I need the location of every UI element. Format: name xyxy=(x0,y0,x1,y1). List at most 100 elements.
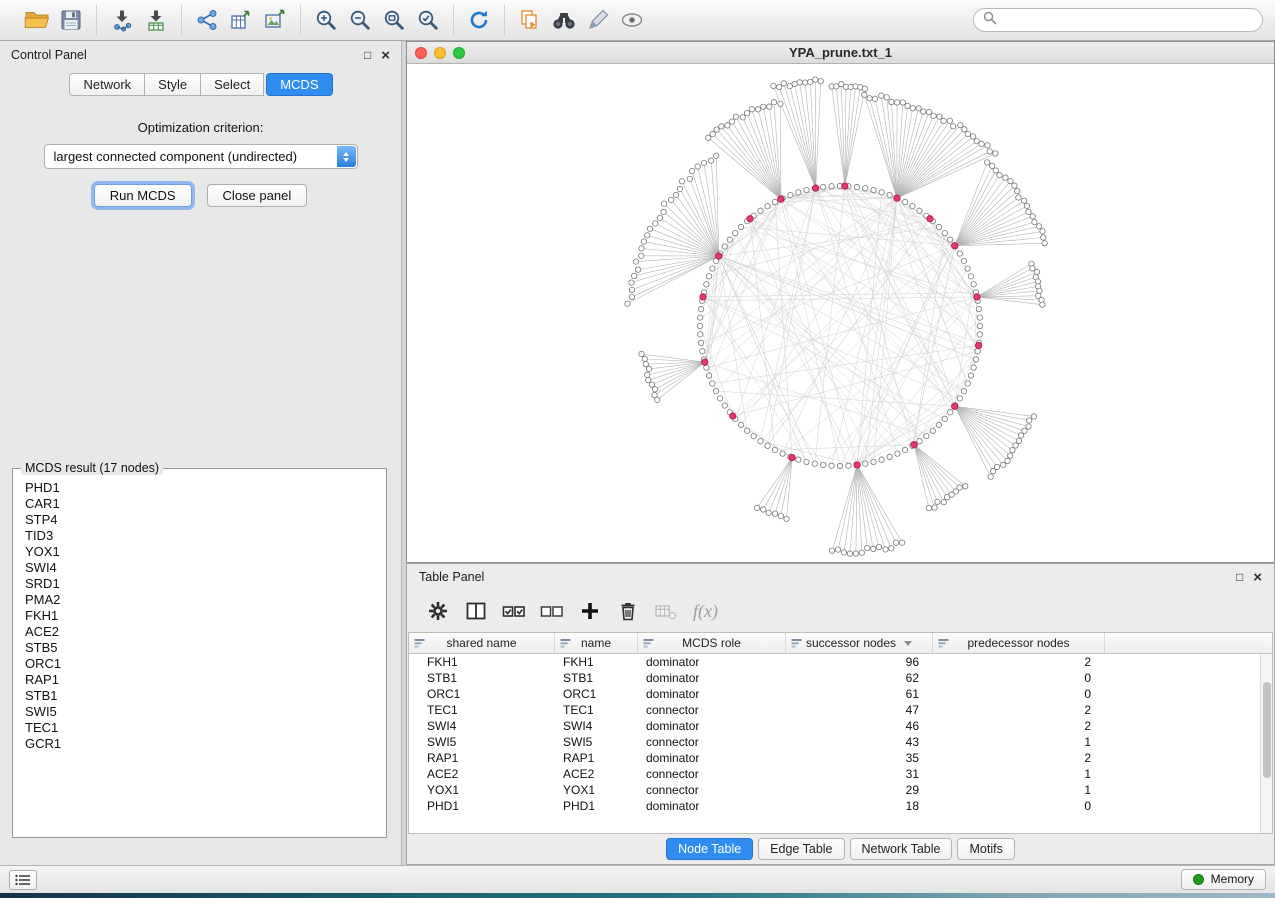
mcds-node-item[interactable]: ORC1 xyxy=(25,656,374,672)
node-table: shared namenameMCDS rolesuccessor nodesp… xyxy=(408,632,1273,834)
zoom-in-icon[interactable] xyxy=(310,5,342,35)
close-window-button[interactable] xyxy=(415,47,427,59)
table-cell: YOX1 xyxy=(409,783,555,797)
table-cell: 47 xyxy=(786,703,933,717)
import-table-icon[interactable] xyxy=(140,5,172,35)
table-cell: dominator xyxy=(638,799,786,813)
mcds-node-item[interactable]: TEC1 xyxy=(25,720,374,736)
import-network-icon[interactable] xyxy=(106,5,138,35)
mcds-node-item[interactable]: STB5 xyxy=(25,640,374,656)
mcds-node-item[interactable]: STP4 xyxy=(25,512,374,528)
tab-network[interactable]: Network xyxy=(69,73,145,96)
column-header-shared-name[interactable]: shared name xyxy=(409,633,555,653)
tab-network-table[interactable]: Network Table xyxy=(850,838,953,860)
mcds-node-item[interactable]: CAR1 xyxy=(25,496,374,512)
task-history-button[interactable] xyxy=(9,870,37,890)
optimization-criterion-label: Optimization criterion: xyxy=(0,120,401,135)
table-cell: 31 xyxy=(786,767,933,781)
tab-mcds[interactable]: MCDS xyxy=(266,73,332,96)
sort-direction-icon xyxy=(904,641,912,646)
table-settings-gear-icon[interactable] xyxy=(423,596,453,626)
column-header-successor-nodes[interactable]: successor nodes xyxy=(786,633,933,653)
table-row[interactable]: FKH1FKH1dominator962 xyxy=(409,654,1272,670)
add-column-icon[interactable] xyxy=(575,596,605,626)
close-panel-icon[interactable]: × xyxy=(381,48,390,63)
table-scrollbar[interactable] xyxy=(1260,654,1272,833)
table-cell: 18 xyxy=(786,799,933,813)
search-input[interactable] xyxy=(1003,13,1253,27)
table-row[interactable]: TEC1TEC1connector472 xyxy=(409,702,1272,718)
maximize-window-button[interactable] xyxy=(453,47,465,59)
float-panel-icon[interactable]: □ xyxy=(364,49,371,61)
network-graph[interactable] xyxy=(407,64,1274,561)
mcds-node-item[interactable]: PHD1 xyxy=(25,480,374,496)
float-table-panel-icon[interactable]: □ xyxy=(1236,571,1243,583)
copy-document-icon[interactable] xyxy=(514,5,546,35)
table-row[interactable]: ORC1ORC1dominator610 xyxy=(409,686,1272,702)
table-row[interactable]: YOX1YOX1connector291 xyxy=(409,782,1272,798)
mcds-result-list[interactable]: PHD1CAR1STP4TID3YOX1SWI4SRD1PMA2FKH1ACE2… xyxy=(13,469,386,763)
mcds-result-box: MCDS result (17 nodes) PHD1CAR1STP4TID3Y… xyxy=(12,468,387,838)
tab-select[interactable]: Select xyxy=(200,73,264,96)
tab-edge-table[interactable]: Edge Table xyxy=(758,838,844,860)
mcds-node-item[interactable]: SWI5 xyxy=(25,704,374,720)
optimization-criterion-select[interactable]: largest connected component (undirected) xyxy=(44,144,358,169)
table-cell: STB1 xyxy=(555,671,638,685)
table-cell: 35 xyxy=(786,751,933,765)
mcds-node-item[interactable]: GCR1 xyxy=(25,736,374,752)
mcds-node-item[interactable]: ACE2 xyxy=(25,624,374,640)
table-cell: 43 xyxy=(786,735,933,749)
memory-button[interactable]: Memory xyxy=(1181,869,1266,890)
zoom-selected-icon[interactable] xyxy=(412,5,444,35)
table-cell: 0 xyxy=(933,799,1105,813)
export-image-icon[interactable] xyxy=(259,5,291,35)
mcds-node-item[interactable]: YOX1 xyxy=(25,544,374,560)
mcds-node-item[interactable]: STB1 xyxy=(25,688,374,704)
select-all-icon[interactable] xyxy=(499,596,529,626)
column-header-filler xyxy=(1105,633,1272,653)
zoom-fit-icon[interactable] xyxy=(378,5,410,35)
run-mcds-button[interactable]: Run MCDS xyxy=(94,184,192,207)
delete-column-icon[interactable] xyxy=(613,596,643,626)
column-header-MCDS-role[interactable]: MCDS role xyxy=(638,633,786,653)
eye-icon[interactable] xyxy=(616,5,648,35)
zoom-out-icon[interactable] xyxy=(344,5,376,35)
open-folder-icon[interactable] xyxy=(21,5,53,35)
table-row[interactable]: ACE2ACE2connector311 xyxy=(409,766,1272,782)
mcds-node-item[interactable]: SWI4 xyxy=(25,560,374,576)
table-row[interactable]: SWI5SWI5connector431 xyxy=(409,734,1272,750)
save-icon[interactable] xyxy=(55,5,87,35)
mcds-node-item[interactable]: RAP1 xyxy=(25,672,374,688)
refresh-icon[interactable] xyxy=(463,5,495,35)
split-columns-icon[interactable] xyxy=(461,596,491,626)
style-brush-icon[interactable] xyxy=(582,5,614,35)
deselect-all-icon[interactable] xyxy=(537,596,567,626)
tab-motifs[interactable]: Motifs xyxy=(957,838,1014,860)
column-header-predecessor-nodes[interactable]: predecessor nodes xyxy=(933,633,1105,653)
table-row[interactable]: PHD1PHD1dominator180 xyxy=(409,798,1272,814)
table-cell: 0 xyxy=(933,687,1105,701)
column-header-name[interactable]: name xyxy=(555,633,638,653)
table-cell: 29 xyxy=(786,783,933,797)
export-table-icon[interactable] xyxy=(225,5,257,35)
mcds-node-item[interactable]: PMA2 xyxy=(25,592,374,608)
table-row[interactable]: STB1STB1dominator620 xyxy=(409,670,1272,686)
toolbar-group xyxy=(504,5,657,35)
export-network-icon[interactable] xyxy=(191,5,223,35)
tab-node-table[interactable]: Node Table xyxy=(666,838,753,860)
mcds-node-item[interactable]: TID3 xyxy=(25,528,374,544)
mcds-node-item[interactable]: FKH1 xyxy=(25,608,374,624)
table-row[interactable]: RAP1RAP1dominator352 xyxy=(409,750,1272,766)
table-row[interactable]: SWI4SWI4dominator462 xyxy=(409,718,1272,734)
close-panel-button[interactable]: Close panel xyxy=(207,184,308,207)
table-cell: TEC1 xyxy=(555,703,638,717)
scrollbar-thumb[interactable] xyxy=(1263,682,1271,778)
close-table-panel-icon[interactable]: × xyxy=(1253,570,1262,585)
binoculars-icon[interactable] xyxy=(548,5,580,35)
table-cell: 1 xyxy=(933,767,1105,781)
table-cell: dominator xyxy=(638,671,786,685)
tab-style[interactable]: Style xyxy=(144,73,201,96)
minimize-window-button[interactable] xyxy=(434,47,446,59)
mcds-node-item[interactable]: SRD1 xyxy=(25,576,374,592)
network-canvas[interactable] xyxy=(407,64,1274,561)
